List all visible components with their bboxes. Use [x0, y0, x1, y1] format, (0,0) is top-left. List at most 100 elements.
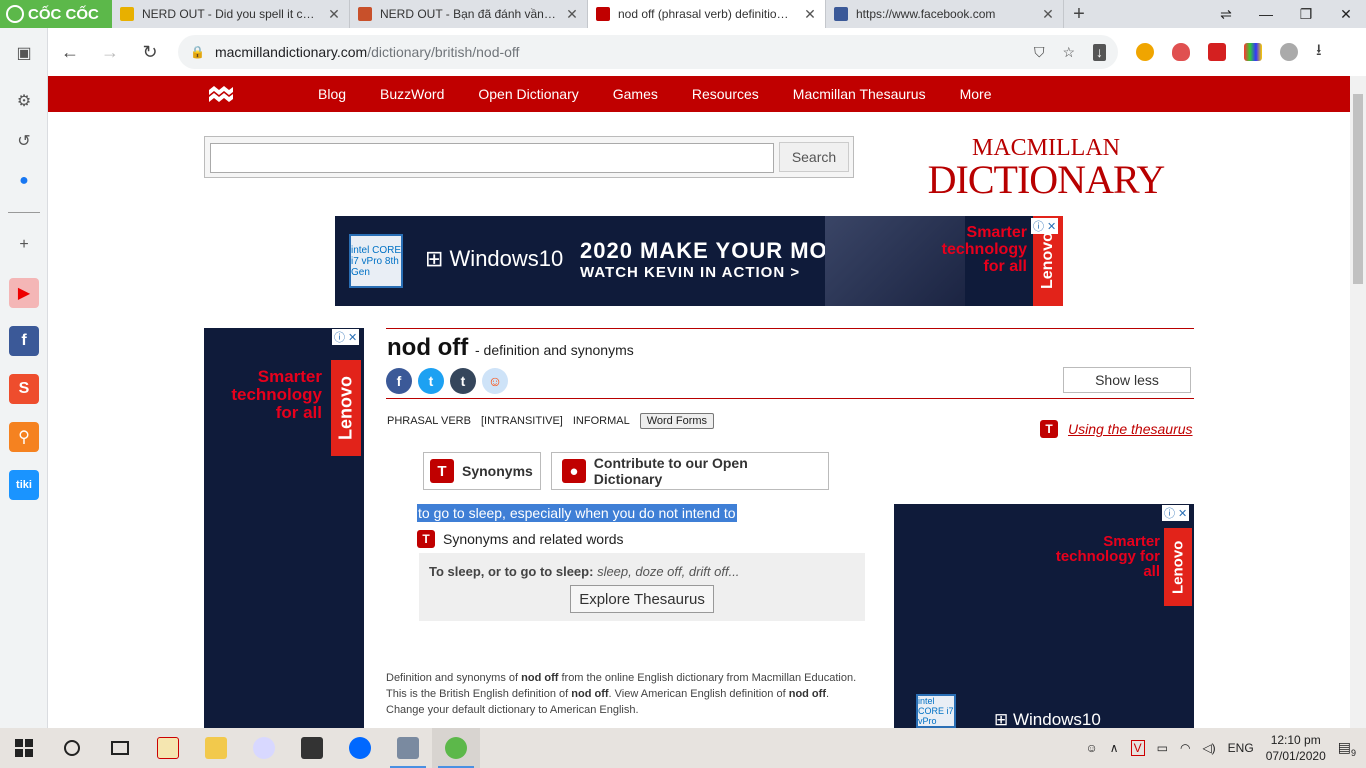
windows-label: ⊞ Windows10 — [994, 710, 1101, 728]
adchoices-close-icon[interactable]: ⓘ ✕ — [1162, 505, 1190, 521]
volume-icon[interactable]: ◁) — [1202, 741, 1215, 755]
windows-taskbar: ☺ ∧ V ▭ ◠ ◁) ENG 12:10 pm 07/01/2020 ▤9 — [0, 728, 1366, 768]
nav-buzzword[interactable]: BuzzWord — [380, 86, 444, 102]
task-view-icon[interactable] — [96, 728, 144, 768]
windows-logo-icon: ⊞ — [994, 710, 1013, 728]
facebook-icon[interactable]: f — [9, 326, 39, 356]
reload-icon[interactable]: ↻ — [132, 34, 168, 70]
show-less-button[interactable]: Show less — [1063, 367, 1191, 393]
tumblr-share-icon[interactable]: t — [450, 368, 476, 394]
people-icon[interactable]: ☺ — [1086, 741, 1098, 755]
adchoices-close-icon[interactable]: ⓘ ✕ — [332, 329, 360, 345]
tab-macmillan[interactable]: nod off (phrasal verb) definition and ✕ — [588, 0, 826, 28]
facebook-share-icon[interactable]: f — [386, 368, 412, 394]
page-scrollbar[interactable] — [1350, 76, 1366, 728]
coccoc-brand[interactable]: CỐC CỐC — [0, 0, 112, 28]
add-shortcut-icon[interactable]: + — [9, 230, 39, 260]
tab-facebook[interactable]: https://www.facebook.com ✕ — [826, 0, 1064, 28]
extension-icon[interactable] — [1136, 43, 1154, 61]
intel-badge-icon: intel CORE i7 vPro 8th Gen — [349, 234, 403, 288]
sticky-notes-icon[interactable] — [288, 728, 336, 768]
restore-tabs-icon[interactable]: ⇌ — [1206, 0, 1246, 28]
forward-arrow-icon[interactable]: → — [92, 34, 128, 70]
sidebar-toggle-icon[interactable]: ▣ — [9, 38, 39, 68]
minimize-icon[interactable]: — — [1246, 0, 1286, 28]
zalo-icon[interactable] — [336, 728, 384, 768]
history-icon[interactable]: ↺ — [9, 126, 39, 156]
download-page-icon[interactable]: ↓ — [1093, 43, 1106, 61]
nav-open-dictionary[interactable]: Open Dictionary — [478, 86, 578, 102]
start-button[interactable] — [0, 728, 48, 768]
footer-text: . — [825, 688, 830, 700]
coccoc-taskbar-icon[interactable] — [432, 728, 480, 768]
search-button[interactable]: Search — [779, 142, 849, 172]
reddit-share-icon[interactable]: ☺ — [482, 368, 508, 394]
thesaurus-words[interactable]: sleep, doze off, drift off... — [597, 564, 739, 579]
scrollbar-thumb[interactable] — [1353, 94, 1363, 284]
unikey-icon[interactable]: V — [1130, 740, 1145, 756]
nav-resources[interactable]: Resources — [692, 86, 759, 102]
taskbar-app-icon[interactable] — [384, 728, 432, 768]
snipping-tool-icon[interactable] — [240, 728, 288, 768]
nav-more[interactable]: More — [960, 86, 992, 102]
twitter-share-icon[interactable]: t — [418, 368, 444, 394]
entry-mid-rule — [386, 398, 1194, 399]
notifications-icon[interactable]: ▤9 — [1338, 739, 1356, 758]
messenger-icon[interactable]: ● — [9, 166, 39, 196]
tray-chevron-icon[interactable]: ∧ — [1110, 741, 1119, 755]
close-tab-icon[interactable]: ✕ — [327, 6, 341, 23]
grammar-line: PHRASAL VERB [INTRANSITIVE] INFORMAL Wor… — [387, 413, 715, 429]
shopee-icon[interactable]: S — [9, 374, 39, 404]
clock-time: 12:10 pm — [1270, 733, 1321, 747]
file-explorer-icon[interactable] — [192, 728, 240, 768]
back-arrow-icon[interactable]: ← — [52, 34, 88, 70]
new-tab-button[interactable]: + — [1064, 0, 1094, 28]
nav-blog[interactable]: Blog — [318, 86, 346, 102]
battery-icon[interactable]: ▭ — [1157, 741, 1168, 755]
adchoices-close-icon[interactable]: ⓘ ✕ — [1031, 218, 1059, 234]
bookmark-star-icon[interactable]: ☆ — [1062, 44, 1075, 61]
wifi-icon[interactable]: ◠ — [1180, 741, 1190, 755]
address-bar[interactable]: 🔒 macmillandictionary.com/dictionary/bri… — [178, 35, 1118, 69]
tab-nerd-out-en[interactable]: NERD OUT - Did you spell it correct ✕ — [112, 0, 350, 28]
close-tab-icon[interactable]: ✕ — [1041, 6, 1055, 23]
synonyms-related-heading[interactable]: T Synonyms and related words — [417, 530, 624, 548]
explore-thesaurus-button[interactable]: Explore Thesaurus — [570, 585, 714, 613]
right-advertisement[interactable]: Smarter technology for all Lenovo ⓘ ✕ in… — [894, 504, 1194, 728]
clock[interactable]: 12:10 pm 07/01/2020 — [1266, 732, 1326, 764]
maximize-icon[interactable]: ❐ — [1286, 0, 1326, 28]
close-tab-icon[interactable]: ✕ — [565, 6, 579, 23]
youtube-icon[interactable]: ▶ — [9, 278, 39, 308]
extension-icon[interactable] — [1244, 43, 1262, 61]
macmillan-m-logo-icon[interactable] — [208, 84, 234, 104]
using-thesaurus-link[interactable]: T Using the thesaurus — [1040, 420, 1193, 438]
macmillan-dictionary-logo[interactable]: MACMILLAN DICTIONARY — [926, 136, 1166, 200]
search-circle-icon[interactable] — [48, 728, 96, 768]
downloads-icon[interactable]: ⭳ — [1316, 39, 1322, 66]
adblock-icon[interactable] — [1172, 43, 1190, 61]
footer-line-3[interactable]: Change your default dictionary to Americ… — [386, 702, 876, 718]
word-forms-button[interactable]: Word Forms — [639, 413, 715, 429]
close-tab-icon[interactable]: ✕ — [803, 6, 817, 23]
american-definition-link[interactable]: . View American English definition of — [609, 688, 786, 700]
extension-icon[interactable] — [1208, 43, 1226, 61]
macmillan-favicon-icon — [596, 7, 610, 21]
tab-nerd-out-vi[interactable]: NERD OUT - Bạn đã đánh vần đúng ✕ — [350, 0, 588, 28]
search-shortcut-icon[interactable]: ⚲ — [9, 422, 39, 452]
contribute-button[interactable]: ● Contribute to our Open Dictionary — [551, 452, 829, 490]
profile-avatar[interactable] — [1280, 43, 1298, 61]
taskbar-app-icon[interactable] — [144, 728, 192, 768]
language-indicator[interactable]: ENG — [1228, 741, 1254, 755]
settings-gear-icon[interactable]: ⚙ — [9, 86, 39, 116]
shield-icon[interactable]: ⛉ — [1034, 44, 1045, 61]
close-window-icon[interactable]: ✕ — [1326, 0, 1366, 28]
nav-thesaurus[interactable]: Macmillan Thesaurus — [793, 86, 926, 102]
lock-icon[interactable]: 🔒 — [190, 45, 205, 59]
nav-games[interactable]: Games — [613, 86, 658, 102]
tab-title: NERD OUT - Bạn đã đánh vần đúng — [380, 7, 557, 21]
search-input[interactable] — [210, 143, 774, 173]
synonyms-button[interactable]: T Synonyms — [423, 452, 541, 490]
banner-advertisement[interactable]: intel CORE i7 vPro 8th Gen ⊞ Windows10 2… — [335, 216, 1063, 306]
side-advertisement[interactable]: Smarter technology for all Lenovo ⓘ ✕ — [204, 328, 364, 728]
tiki-icon[interactable]: tiki — [9, 470, 39, 500]
